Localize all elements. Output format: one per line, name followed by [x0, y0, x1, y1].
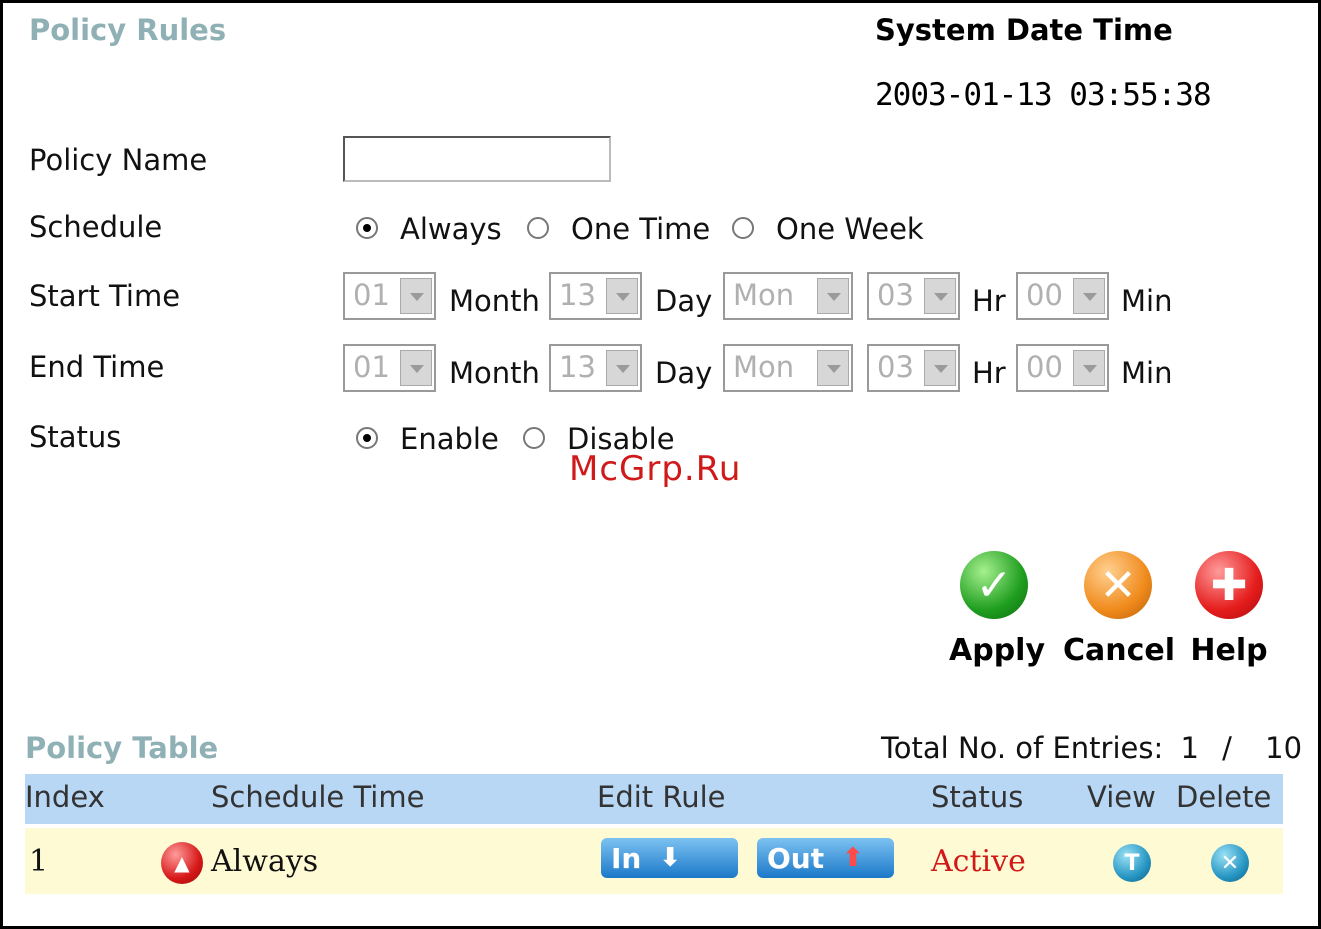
schedule-label: Schedule	[29, 210, 163, 244]
status-enable-label: Enable	[400, 422, 499, 456]
end-day-unit: Day	[655, 356, 713, 390]
start-weekday-select[interactable]: Mon	[723, 272, 853, 320]
row-index: 1	[29, 844, 49, 879]
policy-table-header: Index Schedule Time Edit Rule Status Vie…	[25, 774, 1283, 824]
policy-name-input[interactable]	[343, 136, 611, 182]
start-minute-select[interactable]: 00	[1016, 272, 1109, 320]
start-day-select[interactable]: 13	[549, 272, 642, 320]
end-day-select[interactable]: 13	[549, 344, 642, 392]
start-day-unit: Day	[655, 284, 713, 318]
plus-icon: ✚	[1195, 551, 1263, 619]
start-month-value: 01	[353, 278, 390, 312]
total-entries-separator: /	[1222, 731, 1232, 765]
policy-table-title: Policy Table	[25, 731, 219, 765]
end-weekday-select[interactable]: Mon	[723, 344, 853, 392]
apply-button[interactable]: ✓ Apply	[949, 551, 1046, 668]
end-time-label: End Time	[29, 350, 165, 384]
end-hour-unit: Hr	[972, 356, 1006, 390]
end-minute-select[interactable]: 00	[1016, 344, 1109, 392]
status-label: Status	[29, 420, 122, 454]
schedule-always-radio[interactable]	[356, 217, 378, 239]
page-title: Policy Rules	[29, 13, 227, 47]
chevron-down-icon	[1073, 278, 1105, 314]
x-icon: ✕	[1084, 551, 1152, 619]
status-disable-radio[interactable]	[523, 427, 545, 449]
start-minute-unit: Min	[1121, 284, 1173, 318]
total-entries-count: 1	[1180, 731, 1199, 765]
chevron-down-icon	[400, 350, 432, 386]
chevron-down-icon	[606, 350, 638, 386]
apply-label: Apply	[949, 633, 1046, 668]
total-entries-max: 10	[1265, 731, 1303, 765]
end-weekday-value: Mon	[733, 350, 795, 384]
edit-rule-in-label: In	[611, 841, 642, 875]
alarm-icon: ▲	[161, 842, 203, 884]
chevron-down-icon	[924, 350, 956, 386]
column-header-schedule-time: Schedule Time	[211, 780, 425, 814]
chevron-down-icon	[924, 278, 956, 314]
column-header-status: Status	[931, 780, 1024, 814]
start-month-unit: Month	[449, 284, 540, 318]
cancel-button[interactable]: ✕ Cancel	[1063, 551, 1176, 668]
start-day-value: 13	[559, 278, 596, 312]
status-enable-radio[interactable]	[356, 427, 378, 449]
watermark-text: McGrp.Ru	[569, 449, 742, 489]
arrow-down-icon: ⬇	[659, 843, 682, 873]
row-schedule-time: Always	[211, 844, 319, 879]
end-day-value: 13	[559, 350, 596, 384]
start-minute-value: 00	[1026, 278, 1063, 312]
schedule-one-week-label: One Week	[776, 212, 924, 246]
cancel-label: Cancel	[1063, 633, 1176, 668]
arrow-up-icon: ⬆	[842, 843, 864, 873]
start-weekday-value: Mon	[733, 278, 795, 312]
schedule-one-week-radio[interactable]	[732, 217, 754, 239]
end-hour-value: 03	[877, 350, 914, 384]
system-date-time-value: 2003-01-13 03:55:38	[875, 77, 1212, 113]
chevron-down-icon	[817, 278, 849, 314]
column-header-edit-rule: Edit Rule	[597, 780, 726, 814]
start-time-label: Start Time	[29, 279, 181, 313]
help-label: Help	[1190, 633, 1268, 668]
row-status: Active	[931, 844, 1026, 879]
column-header-index: Index	[25, 780, 105, 814]
schedule-always-label: Always	[400, 212, 502, 246]
start-hour-select[interactable]: 03	[867, 272, 960, 320]
start-hour-value: 03	[877, 278, 914, 312]
chevron-down-icon	[400, 278, 432, 314]
delete-icon[interactable]: ✕	[1211, 844, 1249, 882]
end-minute-unit: Min	[1121, 356, 1173, 390]
edit-rule-out-label: Out	[767, 841, 825, 875]
system-date-time-label: System Date Time	[875, 13, 1173, 47]
schedule-one-time-label: One Time	[571, 212, 711, 246]
policy-rules-panel: Policy Rules System Date Time 2003-01-13…	[0, 0, 1321, 929]
total-entries-label: Total No. of Entries:	[881, 731, 1164, 765]
table-row: 1 ▲ Always In ⬇ Out ⬆ Active T ✕	[25, 828, 1283, 894]
column-header-view: View	[1087, 780, 1156, 814]
start-hour-unit: Hr	[972, 284, 1006, 318]
start-month-select[interactable]: 01	[343, 272, 436, 320]
end-month-value: 01	[353, 350, 390, 384]
view-icon[interactable]: T	[1113, 844, 1151, 882]
policy-name-label: Policy Name	[29, 143, 208, 177]
schedule-one-time-radio[interactable]	[527, 217, 549, 239]
chevron-down-icon	[817, 350, 849, 386]
checkmark-icon: ✓	[960, 551, 1028, 619]
end-month-select[interactable]: 01	[343, 344, 436, 392]
end-hour-select[interactable]: 03	[867, 344, 960, 392]
chevron-down-icon	[1073, 350, 1105, 386]
column-header-delete: Delete	[1176, 780, 1272, 814]
edit-rule-out-button[interactable]: Out ⬆	[757, 838, 894, 878]
chevron-down-icon	[606, 278, 638, 314]
help-button[interactable]: ✚ Help	[1187, 551, 1271, 668]
total-entries: Total No. of Entries: 1 / 10	[881, 731, 1302, 765]
edit-rule-in-button[interactable]: In ⬇	[601, 838, 738, 878]
end-month-unit: Month	[449, 356, 540, 390]
end-minute-value: 00	[1026, 350, 1063, 384]
